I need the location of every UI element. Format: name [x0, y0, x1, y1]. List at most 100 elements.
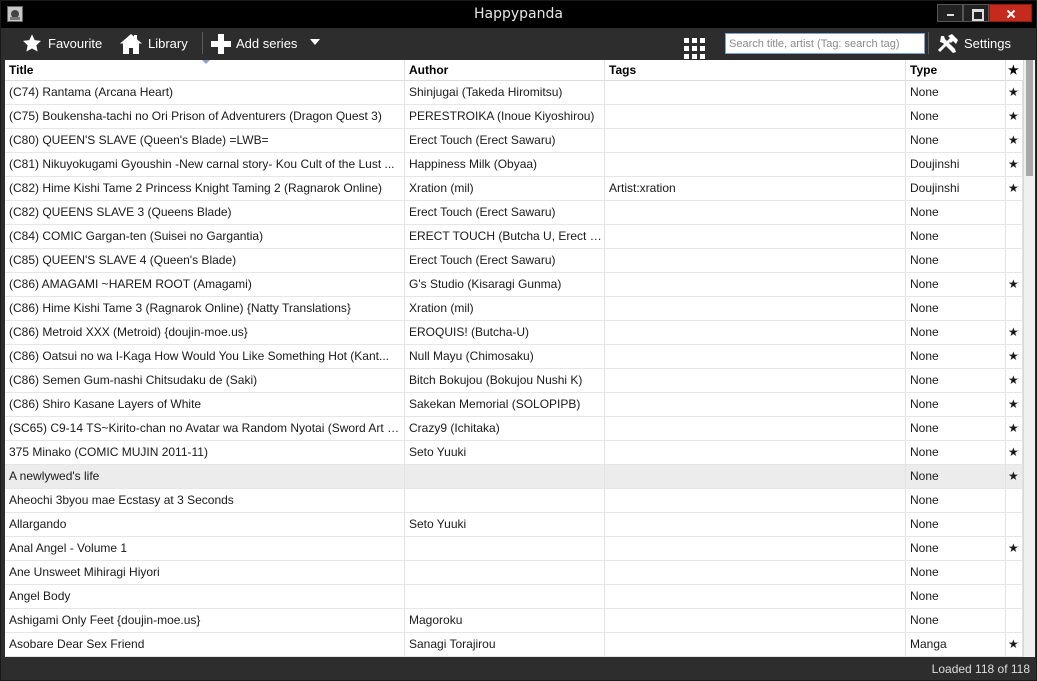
cell-favourite: ★ [1006, 81, 1023, 104]
table-row[interactable]: Angel Body None [5, 585, 1023, 609]
table-row[interactable]: Anal Angel - Volume 1 None ★ [5, 537, 1023, 561]
cell-author: Erect Touch (Erect Sawaru) [405, 201, 605, 224]
table-row[interactable]: Asobare Dear Sex Friend Sanagi Torajirou M… [5, 633, 1023, 657]
cell-author [405, 537, 605, 560]
table-row[interactable]: (C86) Semen Gum-nashi Chitsudaku de (Sak… [5, 369, 1023, 393]
library-button[interactable]: Library [119, 28, 188, 59]
cell-author: PERESTROIKA (Inoue Kiyoshirou) [405, 105, 605, 128]
table-body: (C74) Rantama (Arcana Heart) Shinjugai (T… [5, 81, 1023, 657]
cell-type: None [906, 441, 1006, 464]
maximize-button[interactable] [963, 4, 989, 22]
cell-author: Xration (mil) [405, 177, 605, 200]
cell-title: Anal Angel - Volume 1 [5, 537, 405, 560]
cell-title: Ane Unsweet Mihiragi Hiyori [5, 561, 405, 584]
cell-author: Seto Yuuki [405, 513, 605, 536]
cell-favourite [1006, 201, 1023, 224]
cell-favourite [1006, 513, 1023, 536]
cell-author: Bitch Bokujou (Bokujou Nushi K) [405, 369, 605, 392]
star-icon [21, 33, 43, 54]
cell-tags [605, 465, 906, 488]
cell-tags [605, 81, 906, 104]
table-row[interactable]: (SC65) C9-14 TS~Kirito-chan no Avatar wa… [5, 417, 1023, 441]
cell-favourite: ★ [1006, 273, 1023, 296]
cell-type: None [906, 417, 1006, 440]
cell-favourite: ★ [1006, 129, 1023, 152]
cell-tags [605, 609, 906, 632]
cell-title: (SC65) C9-14 TS~Kirito-chan no Avatar wa… [5, 417, 405, 440]
cell-author [405, 585, 605, 608]
table-row[interactable]: (C86) Shiro Kasane Layers of White Sakeka… [5, 393, 1023, 417]
table-row[interactable]: (C86) Hime Kishi Tame 3 (Ragnarok Online… [5, 297, 1023, 321]
table-row[interactable]: Ashigami Only Feet {doujin-moe.us} Magoro… [5, 609, 1023, 633]
cell-favourite [1006, 249, 1023, 272]
cell-type: None [906, 585, 1006, 608]
cell-author [405, 489, 605, 512]
table-row[interactable]: A newlywed's life None ★ [5, 465, 1023, 489]
cell-type: None [906, 297, 1006, 320]
library-label: Library [148, 36, 188, 51]
cell-tags [605, 633, 906, 656]
cell-tags [605, 537, 906, 560]
table-row[interactable]: (C86) AMAGAMI ~HAREM ROOT (Amagami) G's S… [5, 273, 1023, 297]
scrollbar-thumb[interactable] [1026, 60, 1033, 176]
cell-author [405, 465, 605, 488]
table-row[interactable]: (C81) Nikuyokugami Gyoushin -New carnal … [5, 153, 1023, 177]
cell-type: None [906, 201, 1006, 224]
column-header-favourite[interactable]: ★ [1006, 60, 1023, 81]
cell-title: Asobare Dear Sex Friend [5, 633, 405, 656]
table-row[interactable]: (C75) Boukensha-tachi no Ori Prison of A… [5, 105, 1023, 129]
cell-author: Null Mayu (Chimosaku) [405, 345, 605, 368]
cell-type: Manga [906, 633, 1006, 656]
table-row[interactable]: (C84) COMIC Gargan-ten (Suisei no Gargan… [5, 225, 1023, 249]
cell-type: None [906, 465, 1006, 488]
cell-type: None [906, 321, 1006, 344]
cell-favourite: ★ [1006, 105, 1023, 128]
cell-favourite [1006, 489, 1023, 512]
cell-title: (C86) Hime Kishi Tame 3 (Ragnarok Online… [5, 297, 405, 320]
table-row[interactable]: (C86) Metroid XXX (Metroid) {doujin-moe.… [5, 321, 1023, 345]
favourite-button[interactable]: Favourite [21, 28, 102, 59]
cell-favourite: ★ [1006, 441, 1023, 464]
cell-author: Seto Yuuki [405, 441, 605, 464]
cell-type: Doujinshi [906, 177, 1006, 200]
grid-icon [684, 38, 706, 59]
cell-favourite: ★ [1006, 153, 1023, 176]
cell-type: None [906, 129, 1006, 152]
table-row[interactable]: Ane Unsweet Mihiragi Hiyori None [5, 561, 1023, 585]
table-row[interactable]: 375 Minako (COMIC MUJIN 2011-11) Seto Yuu… [5, 441, 1023, 465]
window-title: Happypanda [474, 6, 563, 22]
cell-title: (C85) QUEEN'S SLAVE 4 (Queen's Blade) [5, 249, 405, 272]
table-row[interactable]: (C80) QUEEN'S SLAVE (Queen's Blade) =LWB… [5, 129, 1023, 153]
table-row[interactable]: Aheochi 3byou mae Ecstasy at 3 Seconds No… [5, 489, 1023, 513]
series-table: Title Author Tags Type ★ (C74) Rantama (… [5, 60, 1023, 657]
column-header-tags[interactable]: Tags [605, 60, 906, 81]
cell-tags [605, 153, 906, 176]
chevron-down-icon[interactable] [310, 39, 320, 45]
cell-tags [605, 321, 906, 344]
table-row[interactable]: (C82) QUEENS SLAVE 3 (Queens Blade) Erect… [5, 201, 1023, 225]
title-bar[interactable]: Happypanda [1, 1, 1036, 28]
close-button[interactable] [989, 4, 1032, 22]
sort-indicator-icon [202, 60, 210, 64]
cell-tags [605, 297, 906, 320]
vertical-scrollbar[interactable] [1023, 60, 1035, 657]
table-row[interactable]: Allargando Seto Yuuki None [5, 513, 1023, 537]
cell-favourite: ★ [1006, 417, 1023, 440]
column-header-author[interactable]: Author [405, 60, 605, 81]
search-input[interactable] [725, 33, 925, 54]
cell-favourite [1006, 297, 1023, 320]
table-row[interactable]: (C74) Rantama (Arcana Heart) Shinjugai (T… [5, 81, 1023, 105]
cell-type: None [906, 561, 1006, 584]
cell-type: Doujinshi [906, 153, 1006, 176]
column-header-type[interactable]: Type [906, 60, 1006, 81]
table-row[interactable]: (C82) Hime Kishi Tame 2 Princess Knight … [5, 177, 1023, 201]
cell-tags [605, 225, 906, 248]
cell-author: G's Studio (Kisaragi Gunma) [405, 273, 605, 296]
table-row[interactable]: (C85) QUEEN'S SLAVE 4 (Queen's Blade) Ere… [5, 249, 1023, 273]
cell-tags [605, 585, 906, 608]
table-row[interactable]: (C86) Oatsui no wa I-Kaga How Would You … [5, 345, 1023, 369]
settings-button[interactable]: Settings [937, 28, 1011, 59]
minimize-button[interactable] [937, 4, 963, 22]
add-series-button[interactable]: Add series [210, 28, 297, 59]
cell-title: (C86) AMAGAMI ~HAREM ROOT (Amagami) [5, 273, 405, 296]
